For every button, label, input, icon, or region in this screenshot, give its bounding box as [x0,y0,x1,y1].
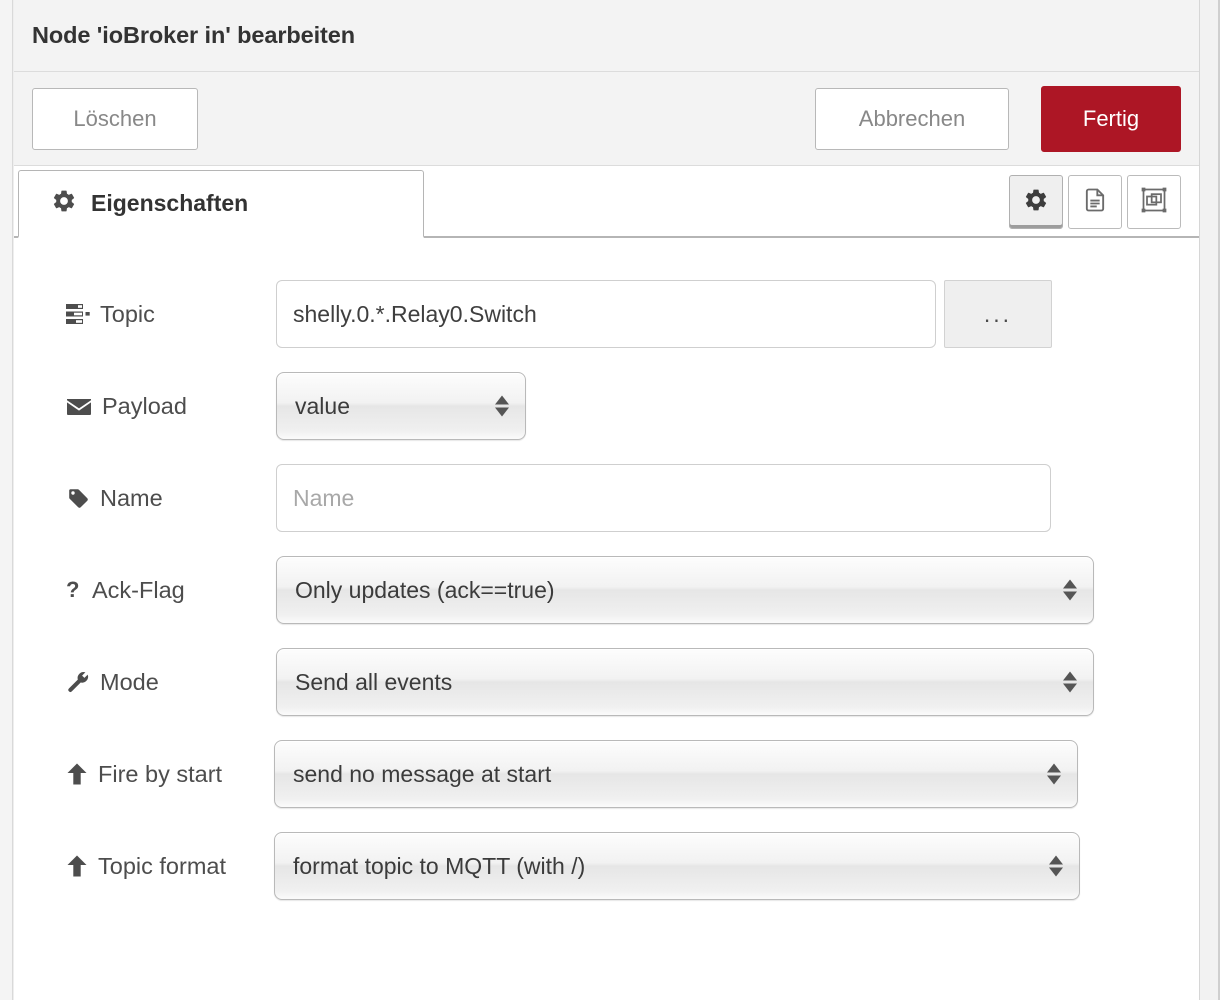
form-row-payload: Payload value [14,360,1199,452]
form-row-topic-format: Topic format format topic to MQTT (with … [14,820,1199,912]
done-button[interactable]: Fertig [1041,85,1181,152]
form-row-mode: Mode Send all events [14,636,1199,728]
topic-browse-button[interactable]: ... [944,280,1052,348]
view-mode-buttons [1009,175,1181,229]
dialog-header: Node 'ioBroker in' bearbeiten [14,0,1199,72]
appearance-icon [1140,186,1168,219]
document-icon [1081,186,1109,219]
svg-text:?: ? [66,578,79,602]
tab-label: Eigenschaften [91,190,249,216]
label-text-topic: Topic [100,300,155,327]
toolbar-right-group: Abbrechen Fertig [815,85,1181,152]
question-icon: ? [66,578,82,602]
label-ack-flag: ? Ack-Flag [66,577,276,604]
form-row-topic: Topic ... [14,268,1199,360]
appearance-view-button[interactable] [1127,175,1181,229]
label-text-payload: Payload [102,392,187,419]
label-topic-format: Topic format [66,853,274,880]
app-root: Node 'ioBroker in' bearbeiten Löschen Ab… [0,0,1220,1000]
topic-format-select[interactable]: format topic to MQTT (with /) [274,832,1080,900]
payload-select[interactable]: value [276,372,526,440]
arrow-up-icon [66,854,88,878]
label-text-topic-format: Topic format [98,852,226,879]
label-payload: Payload [66,393,276,420]
form-row-fire-by-start: Fire by start send no message at start [14,728,1199,820]
tab-strip: Eigenschaften [14,166,1199,238]
label-text-mode: Mode [100,668,159,695]
form-row-name: Name [14,452,1199,544]
dialog-toolbar: Löschen Abbrechen Fertig [14,72,1199,166]
tasks-icon [66,304,90,324]
envelope-icon [66,397,92,416]
fire-by-start-select-wrap: send no message at start [274,740,1078,808]
mode-select-wrap: Send all events [276,648,1094,716]
page-title: Node 'ioBroker in' bearbeiten [32,22,355,48]
gear-icon [51,188,77,219]
label-mode: Mode [66,669,276,696]
label-text-ack-flag: Ack-Flag [92,576,185,603]
ack-flag-select-wrap: Only updates (ack==true) [276,556,1094,624]
topic-format-select-wrap: format topic to MQTT (with /) [274,832,1080,900]
label-name: Name [66,485,276,512]
label-fire-by-start: Fire by start [66,761,274,788]
wrench-icon [66,670,90,694]
right-gutter [1199,0,1220,1000]
mode-select[interactable]: Send all events [276,648,1094,716]
payload-select-wrap: value [276,372,526,440]
description-view-button[interactable] [1068,175,1122,229]
name-input[interactable] [276,464,1051,532]
tag-icon [66,486,90,510]
gear-icon [1023,187,1049,218]
edit-node-dialog: Node 'ioBroker in' bearbeiten Löschen Ab… [14,0,1199,1000]
label-topic: Topic [66,301,276,328]
cancel-button[interactable]: Abbrechen [815,87,1009,150]
fire-by-start-select[interactable]: send no message at start [274,740,1078,808]
ack-flag-select[interactable]: Only updates (ack==true) [276,556,1094,624]
properties-form: Topic ... Payload [14,238,1199,1000]
left-gutter [0,0,13,1000]
delete-button[interactable]: Löschen [32,87,198,150]
form-row-ack-flag: ? Ack-Flag Only updates (ack==true) [14,544,1199,636]
topic-input[interactable] [276,280,936,348]
properties-view-button[interactable] [1009,175,1063,229]
arrow-up-icon [66,762,88,786]
label-text-name: Name [100,484,163,511]
label-text-fire-by-start: Fire by start [98,760,223,787]
tab-eigenschaften[interactable]: Eigenschaften [18,170,424,238]
